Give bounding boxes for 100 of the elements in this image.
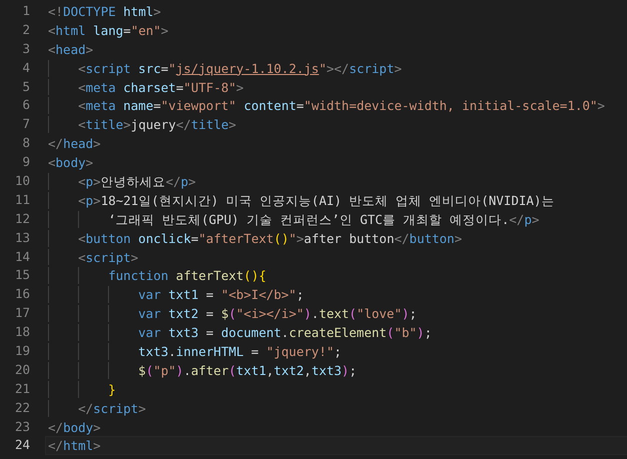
code-token: = xyxy=(153,97,161,114)
code-token: = xyxy=(160,60,168,77)
code-token: afterText xyxy=(174,267,244,284)
code-token: var xyxy=(138,286,161,304)
line-number: 15 xyxy=(14,266,30,284)
code-token: ( xyxy=(228,362,236,379)
line-number: 7 xyxy=(21,115,30,134)
code-token: , xyxy=(266,362,274,379)
line-number: 17 xyxy=(14,304,30,322)
code-token: > xyxy=(93,418,101,436)
line-number: 23 xyxy=(14,418,30,436)
code-token: < xyxy=(48,154,56,172)
code-token: </ xyxy=(176,116,192,134)
code-token: > xyxy=(188,173,196,190)
code-token: txt3 xyxy=(167,324,198,342)
code-token: "UTF-8" xyxy=(183,78,236,96)
code-token: > xyxy=(454,230,462,247)
code-token: "love" xyxy=(356,305,402,322)
code-token: p xyxy=(180,173,188,190)
code-token: ( xyxy=(349,305,357,322)
code-token: ) xyxy=(342,362,350,379)
code-token: jquery xyxy=(130,116,176,134)
code-token: ( xyxy=(228,305,236,322)
code-token: . xyxy=(168,343,176,360)
code-token: () xyxy=(274,230,289,247)
line-number: 19 xyxy=(14,342,30,360)
line-number: 14 xyxy=(14,248,30,266)
code-token: > xyxy=(228,116,236,134)
code-token: . xyxy=(311,305,319,322)
code-token: lang xyxy=(92,22,124,39)
code-token: , xyxy=(304,362,312,379)
code-token: txt1 xyxy=(236,362,266,379)
code-token: ( xyxy=(146,362,154,379)
line-number: 3 xyxy=(21,40,30,58)
code-token: head xyxy=(56,40,86,58)
code-token: < xyxy=(78,192,86,209)
code-token: "<b>I</b>" xyxy=(221,286,296,304)
code-token: html xyxy=(63,437,94,454)
code-token: document xyxy=(221,324,282,342)
code-token: p xyxy=(86,192,94,209)
code-token: txt2 xyxy=(167,305,198,322)
line-number: 10 xyxy=(14,172,30,190)
code-token: "<i></i>" xyxy=(236,305,304,322)
code-token: "en" xyxy=(130,22,161,39)
code-token: <! xyxy=(48,3,64,20)
code-token: var xyxy=(138,305,161,322)
code-token: "b" xyxy=(394,324,417,342)
code-token: js/jquery-1.10.2.js xyxy=(176,60,319,77)
line-number: 16 xyxy=(14,285,30,304)
code-token: < xyxy=(48,40,56,58)
code-token: < xyxy=(78,97,86,114)
code-token: src xyxy=(137,60,161,77)
code-token: html xyxy=(122,3,154,20)
code-token: " xyxy=(318,60,326,77)
code-token: p xyxy=(524,210,532,228)
code-token: = xyxy=(176,78,184,96)
code-token: onclick xyxy=(137,230,191,247)
line-number: 6 xyxy=(21,96,30,114)
code-token: = xyxy=(123,22,131,39)
code-token: "width=device-width, initial-scale=1.0" xyxy=(304,97,598,114)
line-number: 13 xyxy=(14,228,30,247)
code-token: < xyxy=(78,78,86,96)
code-token: = xyxy=(250,343,260,360)
code-token: = xyxy=(296,97,304,114)
line-number: 9 xyxy=(21,153,30,172)
code-token: after button xyxy=(304,230,394,247)
code-token: body xyxy=(63,418,94,436)
code-token: 안녕하세요 xyxy=(100,173,166,190)
line-number: 20 xyxy=(14,360,30,379)
code-token: "afterText xyxy=(198,230,274,247)
code-token: " xyxy=(168,60,176,77)
code-token: < xyxy=(78,230,86,247)
code-token: $ xyxy=(221,305,229,322)
code-token: script xyxy=(349,60,394,77)
code-token: after xyxy=(190,362,229,379)
code-token: DOCTYPE xyxy=(63,3,116,20)
code-token: " xyxy=(288,230,296,247)
code-token: = xyxy=(191,230,199,247)
code-token: meta xyxy=(86,78,116,96)
code-token: > xyxy=(597,97,605,114)
code-token: </ xyxy=(166,173,181,190)
code-token: </ xyxy=(509,210,524,228)
code-token: > xyxy=(93,192,101,209)
code-token: title xyxy=(86,116,124,134)
code-token: text xyxy=(318,305,350,322)
line-number: 2 xyxy=(21,20,30,39)
code-token: > xyxy=(93,173,101,190)
line-number: 11 xyxy=(14,190,30,209)
line-number: 1 xyxy=(21,2,30,20)
code-token: button xyxy=(86,230,131,247)
code-token: (){ xyxy=(244,267,266,284)
code-token: script xyxy=(86,248,131,266)
code-token: > xyxy=(532,210,540,228)
line-number: 22 xyxy=(14,398,30,417)
code-token: > xyxy=(153,3,161,20)
code-token: ) xyxy=(176,362,184,379)
code-token: ) xyxy=(304,305,312,322)
code-token: > xyxy=(86,40,94,58)
code-token: > xyxy=(394,60,402,77)
code-token: name xyxy=(122,97,154,114)
